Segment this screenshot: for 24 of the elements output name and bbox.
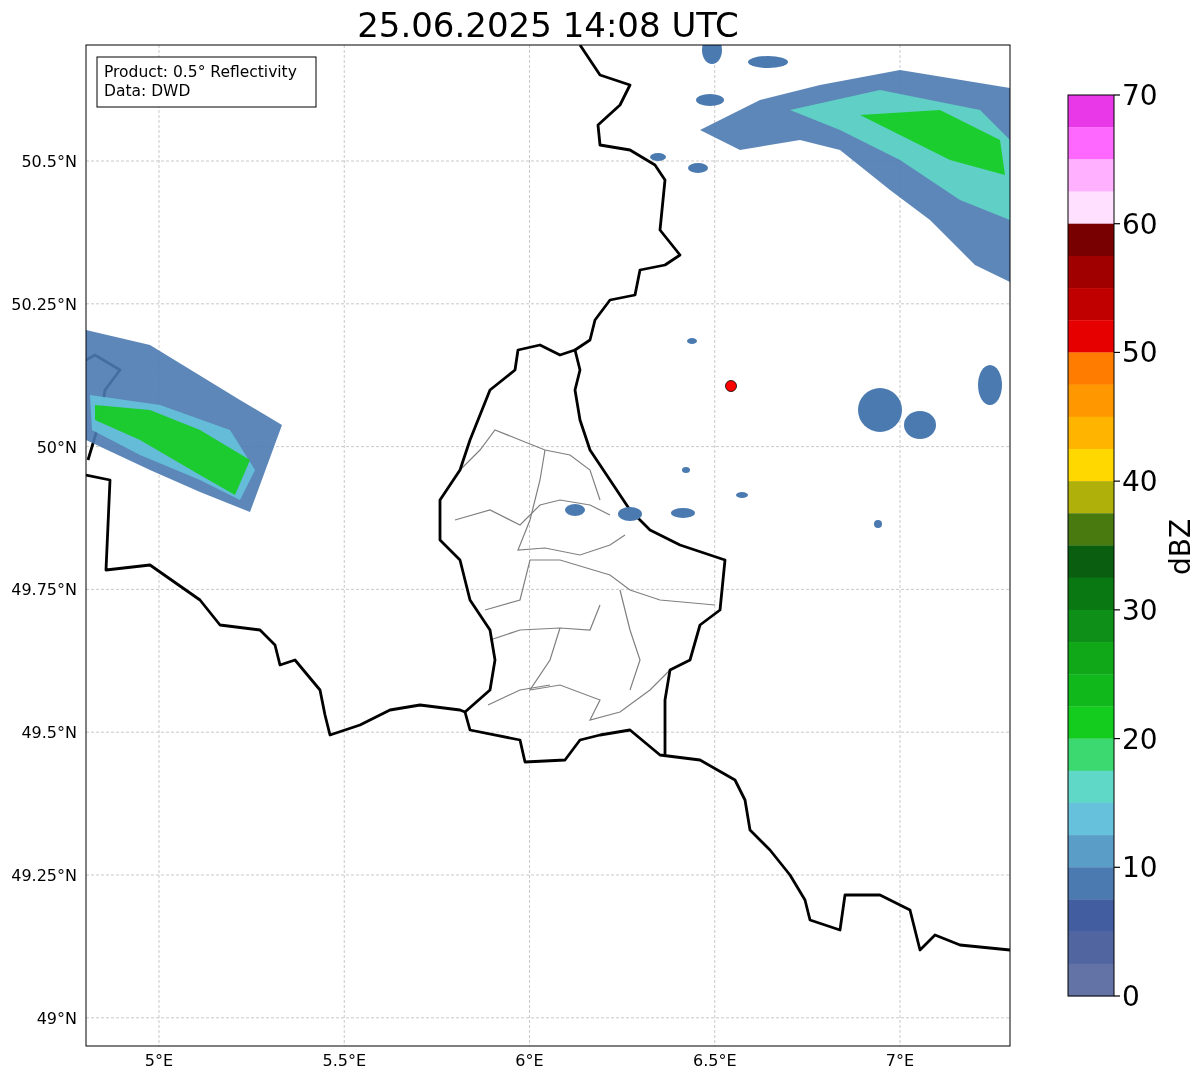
colorbar-tick-label: 70 bbox=[1122, 79, 1158, 112]
axis-tick-label: 49°N bbox=[36, 1008, 77, 1028]
colorbar-label: dBZ bbox=[1164, 518, 1197, 576]
legend-text: Data: DWD bbox=[104, 82, 191, 100]
axis-tick-label: 50.25°N bbox=[11, 294, 77, 314]
axis-tick-label: 6.5°E bbox=[692, 1051, 737, 1070]
legend-text: Product: 0.5° Reflectivity bbox=[104, 63, 297, 81]
colorbar-tick-label: 0 bbox=[1122, 980, 1140, 1013]
axis-tick-label: 49.25°N bbox=[11, 866, 77, 885]
colorbar-tick-label: 20 bbox=[1122, 722, 1158, 756]
colorbar-tick-label: 30 bbox=[1122, 593, 1158, 627]
colorbar-tick-label: 10 bbox=[1122, 851, 1158, 885]
axis-tick-label: 7°E bbox=[885, 1051, 915, 1070]
axis-tick-label: 49.75°N bbox=[11, 580, 77, 600]
axis-tick-label: 6°E bbox=[515, 1051, 544, 1070]
axis-tick-label: 50°N bbox=[36, 437, 77, 457]
colorbar-tick-label: 60 bbox=[1122, 207, 1158, 241]
plot-title: 25.06.2025 14:08 UTC bbox=[357, 5, 739, 45]
axis-tick-label: 5.5°E bbox=[322, 1051, 367, 1070]
axis-tick-label: 49.5°N bbox=[21, 723, 77, 743]
axis-tick-label: 5°E bbox=[144, 1051, 174, 1070]
colorbar-tick-label: 40 bbox=[1122, 465, 1158, 499]
axis-tick-label: 50.5°N bbox=[21, 152, 77, 171]
colorbar-tick-label: 50 bbox=[1122, 336, 1158, 370]
